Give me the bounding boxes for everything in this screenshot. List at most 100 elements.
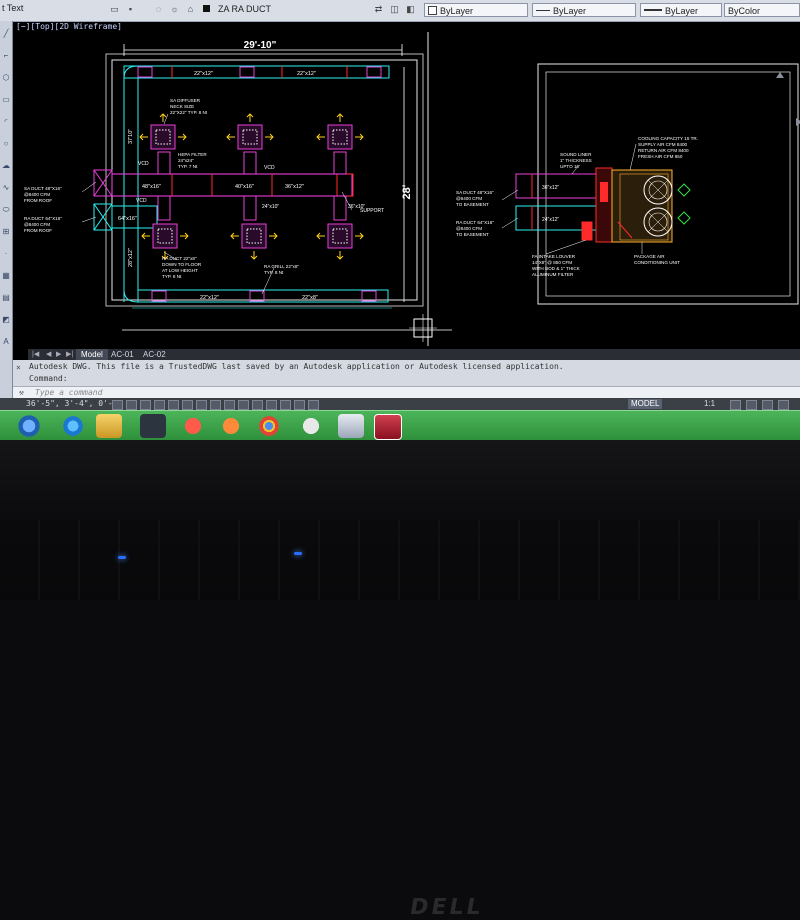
left-duct-layout: 29'-10" 28' 22"x12" 22"x12" 37'10" 28"x1… [24, 40, 452, 331]
ortho-mode-icon[interactable] [154, 400, 165, 410]
tab-ac-01[interactable]: AC-01 [106, 349, 139, 360]
lineweight-toggle-icon[interactable] [252, 400, 263, 410]
prev-tab-arrow-icon[interactable]: ◀ [46, 349, 51, 360]
note-fa-intake-louver: FA INTAKE LOUVER 14"X8" @ 850 CFM WITH BOD… [532, 254, 581, 277]
object-snap-icon[interactable] [182, 400, 193, 410]
save-icon[interactable]: ▪ [124, 3, 137, 16]
command-history: Autodesk DWG. This file is a TrustedDWG … [13, 360, 800, 386]
media-player-icon[interactable] [218, 414, 244, 438]
polygon-tool-icon[interactable]: ⬡ [1, 73, 11, 83]
revcloud-tool-icon[interactable]: ☁ [1, 161, 11, 171]
rectangle-tool-icon[interactable]: ▭ [1, 95, 11, 105]
drawing-canvas[interactable]: 29'-10" 28' 22"x12" 22"x12" 37'10" 28"x1… [12, 32, 800, 346]
file-manager-icon[interactable] [338, 414, 364, 438]
layer-state-icon[interactable]: ☼ [168, 3, 181, 16]
autocad-icon[interactable] [374, 414, 402, 440]
lock-icon[interactable]: ⌂ [184, 3, 197, 16]
vcd-label: VCD [138, 161, 149, 167]
hatch-tool-icon[interactable]: ▦ [1, 271, 11, 281]
tab-model[interactable]: Model [76, 349, 108, 360]
ie-icon[interactable] [60, 414, 86, 438]
circle-tool-icon[interactable]: ○ [1, 139, 11, 149]
command-prompt-label: Command: [29, 374, 68, 383]
point-tool-icon[interactable]: · [1, 249, 11, 259]
gradient-tool-icon[interactable]: ▤ [1, 293, 11, 303]
main-duct-size-3: 36"x12" [285, 184, 304, 190]
3d-osnap-icon[interactable] [196, 400, 207, 410]
first-tab-arrow-icon[interactable]: |◀ [32, 349, 39, 360]
linetype-dropdown[interactable]: ByLayer [532, 3, 636, 17]
start-orb-icon[interactable] [16, 414, 42, 438]
viewport-controls-label[interactable]: [−][Top][2D Wireframe] [16, 22, 122, 31]
mtext-tool-icon[interactable]: A [1, 337, 11, 347]
layer-dropdown[interactable]: ByLayer [424, 3, 528, 17]
next-tab-arrow-icon[interactable]: ▶ [56, 349, 61, 360]
lock-ui-icon[interactable] [746, 400, 757, 410]
dynamic-input-icon[interactable] [238, 400, 249, 410]
note-sound-liner: SOUND LINER 1" THICKNESS UPTO 10' [560, 152, 592, 169]
polar-tracking-icon[interactable] [168, 400, 179, 410]
diffuser-top-3 [327, 124, 353, 150]
selection-cycling-icon[interactable] [294, 400, 305, 410]
layout-tab-bar: |◀ ◀ ▶ ▶| Model AC-01 AC-02 [28, 349, 800, 360]
annotation-scale[interactable]: 1:1 [704, 399, 715, 408]
line-tool-icon[interactable]: ╱ [1, 29, 11, 39]
grid-display-icon[interactable] [140, 400, 151, 410]
otrack-icon[interactable] [210, 400, 221, 410]
lineweight-dropdown[interactable]: ByLayer [640, 3, 722, 17]
bottom-duct-size-2: 22"x8" [302, 295, 318, 301]
quick-properties-icon[interactable] [280, 400, 291, 410]
layer-iso-icon[interactable]: ◫ [388, 3, 401, 16]
top-grill-2 [239, 66, 255, 78]
clean-screen-icon[interactable] [778, 400, 789, 410]
region-tool-icon[interactable]: ◩ [1, 315, 11, 325]
model-space-button[interactable]: MODEL [628, 399, 663, 409]
viewcube-arrows-icon[interactable] [776, 72, 800, 126]
opera-icon[interactable] [180, 414, 206, 438]
branch-size-2: 24"x10" [262, 204, 279, 210]
left-vertical-duct [123, 78, 139, 302]
isolate-objects-icon[interactable] [762, 400, 773, 410]
last-tab-arrow-icon[interactable]: ▶| [66, 349, 73, 360]
top-grill-3 [366, 66, 382, 78]
cd-icon[interactable] [298, 414, 324, 438]
layer-previous-icon[interactable]: ⇄ [372, 3, 385, 16]
polyline-tool-icon[interactable]: ⌐ [1, 51, 11, 61]
open-folder-icon[interactable]: ▭ [108, 3, 121, 16]
arc-tool-icon[interactable]: ◜ [1, 117, 11, 127]
linetype-value: ByLayer [553, 6, 587, 16]
workspace-gear-icon[interactable] [730, 400, 741, 410]
layer-match-icon[interactable]: ◧ [404, 3, 417, 16]
vcd-label: VCD [264, 165, 275, 171]
ducs-icon[interactable] [224, 400, 235, 410]
overall-height-dim: 28' [401, 184, 413, 199]
insert-block-icon[interactable]: ⊞ [1, 227, 11, 237]
bottom-duct-size-1: 22"x12" [200, 295, 219, 301]
infer-constraints-icon[interactable] [112, 400, 123, 410]
transparency-icon[interactable] [266, 400, 277, 410]
ellipse-tool-icon[interactable]: ⬭ [1, 205, 11, 215]
overall-width-dim: 29'-10" [244, 40, 277, 51]
network-icon[interactable] [140, 414, 166, 438]
spline-tool-icon[interactable]: ∿ [1, 183, 11, 193]
match-properties-icon[interactable]: ◌ [152, 3, 165, 16]
annotation-monitor-icon[interactable] [308, 400, 319, 410]
main-duct-size-2: 40"x16" [235, 184, 254, 190]
chrome-icon[interactable] [256, 414, 282, 438]
command-wrench-icon[interactable]: ⚒ [19, 388, 24, 397]
note-ra-duct-down: RA DUCT 22"x8" DOWN TO FLOOR AT LOW HEIGHT… [162, 256, 202, 279]
tab-ac-02[interactable]: AC-02 [138, 349, 171, 360]
status-bar: 36'-5", 3'-4", 0'-0" MODEL 1:1 [0, 398, 800, 410]
monitor-screen: t Text ▭ ▪ ◌ ☼ ⌂ ZA RA DUCT ⇄ ◫ ◧ ByLaye… [0, 0, 800, 440]
snap-mode-icon[interactable] [126, 400, 137, 410]
command-input[interactable]: Type a command [35, 388, 102, 397]
explorer-icon[interactable] [96, 414, 122, 438]
duct-end-cap [336, 173, 354, 197]
keyboard-led-icon [118, 556, 126, 559]
color-square-icon[interactable] [200, 3, 213, 16]
toolbar-text-label[interactable]: t Text [2, 3, 23, 13]
leader-lines [81, 113, 353, 295]
close-icon[interactable]: × [16, 363, 21, 372]
plotstyle-dropdown[interactable]: ByColor [724, 3, 800, 17]
windows-taskbar [0, 410, 800, 440]
